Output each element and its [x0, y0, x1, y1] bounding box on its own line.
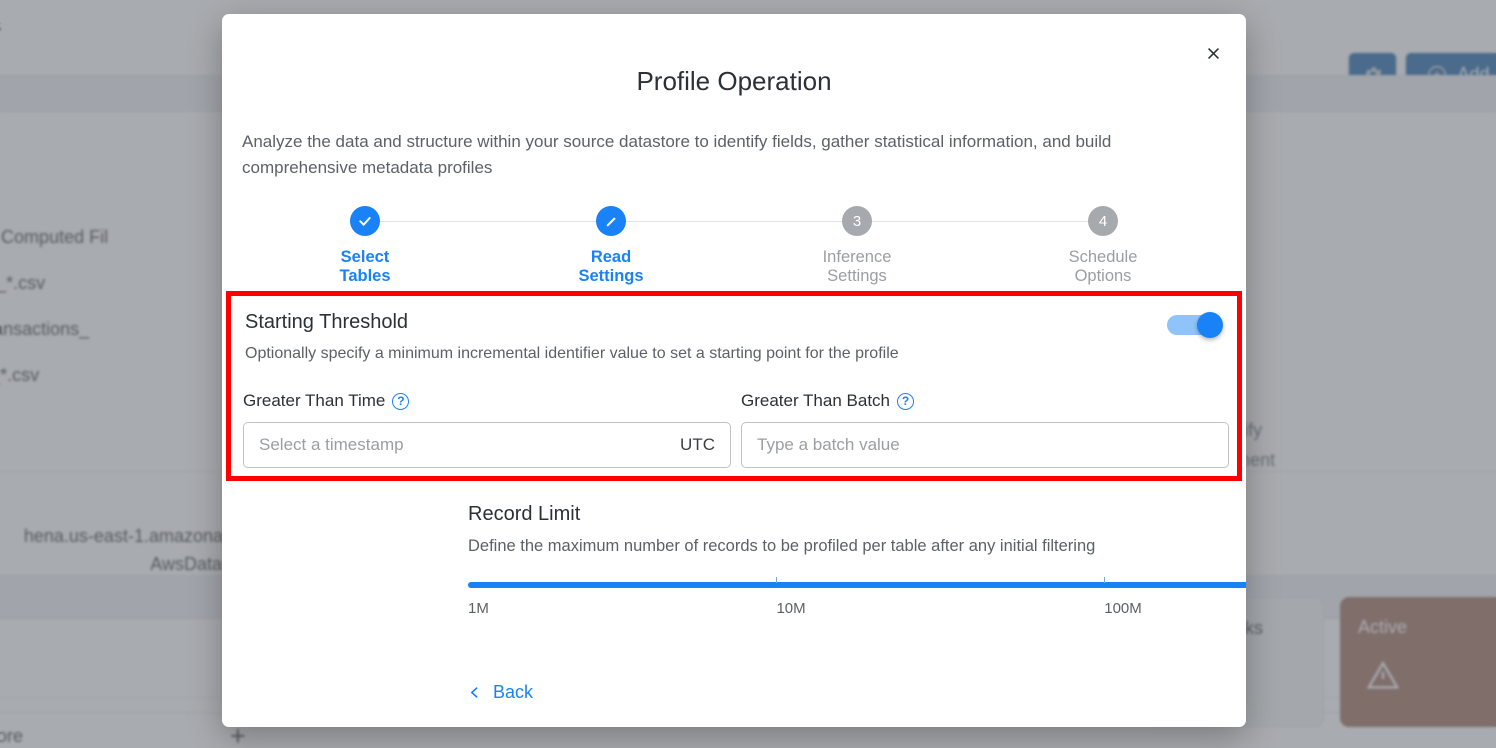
back-button-label: Back: [493, 681, 534, 702]
slider-tick-label: 1M: [468, 600, 489, 617]
greater-than-batch-label-row: Greater Than Batch ?: [741, 391, 1229, 411]
greater-than-time-label: Greater Than Time: [243, 391, 386, 410]
step-label: Read Settings: [578, 248, 643, 286]
step-number: 4: [1088, 206, 1118, 236]
modal-description: Analyze the data and structure within yo…: [242, 132, 1112, 177]
step-label: Schedule Options: [1069, 248, 1138, 286]
step-label-line1: Schedule: [1068, 248, 1138, 266]
record-limit-title: Record Limit: [468, 503, 581, 525]
chevron-left-icon: [470, 686, 478, 698]
wizard-stepper: Select Tables Read Settings 3 Inference …: [242, 206, 1226, 296]
step-select-tables[interactable]: Select Tables: [242, 206, 611, 296]
app-root: s Add aset - Staging 5 k_Dataset k Trans…: [0, 0, 1496, 748]
step-connector: [611, 221, 857, 222]
slider-tick-label: 10M: [776, 600, 806, 617]
starting-threshold-highlight: Starting Threshold Optionally specify a …: [226, 291, 1242, 481]
step-label-line1: Inference: [822, 248, 892, 266]
greater-than-time-field-group: Greater Than Time ? Select a timestamp U…: [243, 391, 731, 468]
step-connector: [365, 221, 611, 222]
step-label-line2: Settings: [578, 267, 644, 285]
slider-tick: [776, 577, 778, 583]
greater-than-batch-placeholder: Type a batch value: [757, 435, 900, 454]
greater-than-time-input[interactable]: Select a timestamp UTC: [243, 422, 731, 468]
greater-than-time-placeholder: Select a timestamp: [259, 435, 404, 454]
step-label-line1: Select: [340, 248, 390, 266]
timezone-suffix: UTC: [680, 435, 715, 454]
greater-than-batch-label: Greater Than Batch: [741, 391, 890, 410]
pencil-icon: [596, 206, 626, 236]
check-icon: [350, 206, 380, 236]
help-circle-icon[interactable]: ?: [897, 392, 914, 410]
record-limit-section: Record Limit Define the maximum number o…: [468, 503, 1246, 620]
toggle-thumb: [1197, 312, 1223, 338]
back-button[interactable]: Back: [468, 682, 533, 703]
starting-threshold-description: Optionally specify a minimum incremental…: [245, 345, 899, 362]
slider-tick-labels: 1M 10M 100M All: [468, 600, 1246, 620]
step-label-line2: Settings: [827, 267, 887, 285]
step-number: 3: [842, 206, 872, 236]
step-schedule-options[interactable]: 4 Schedule Options: [980, 206, 1226, 296]
step-inference-settings[interactable]: 3 Inference Settings: [734, 206, 1103, 296]
step-connector: [857, 221, 1103, 222]
record-limit-description: Define the maximum number of records to …: [468, 537, 1096, 555]
step-label-line2: Tables: [339, 267, 391, 285]
greater-than-time-label-row: Greater Than Time ?: [243, 391, 731, 411]
modal-footer: Back Cancel Next: [468, 669, 1246, 715]
close-icon[interactable]: [1198, 38, 1228, 68]
step-label: Inference Settings: [823, 248, 892, 286]
page-title: Profile Operation: [636, 66, 832, 96]
profile-operation-modal: Profile Operation Analyze the data and s…: [222, 14, 1246, 727]
step-label-line2: Options: [1074, 267, 1132, 285]
help-circle-icon[interactable]: ?: [392, 392, 410, 410]
greater-than-batch-field-group: Greater Than Batch ? Type a batch value: [741, 391, 1229, 468]
step-label-line1: Read: [590, 248, 632, 266]
slider-tick: [1104, 577, 1106, 583]
step-label: Select Tables: [339, 248, 390, 286]
record-limit-slider[interactable]: [468, 577, 1246, 593]
slider-fill: [468, 582, 1246, 588]
starting-threshold-title: Starting Threshold: [245, 311, 409, 333]
slider-tick-label: 100M: [1104, 600, 1142, 617]
step-read-settings[interactable]: Read Settings: [488, 206, 857, 296]
greater-than-batch-input[interactable]: Type a batch value: [741, 422, 1229, 468]
threshold-fields: Greater Than Time ? Select a timestamp U…: [243, 391, 1229, 468]
starting-threshold-toggle[interactable]: [1167, 312, 1223, 338]
